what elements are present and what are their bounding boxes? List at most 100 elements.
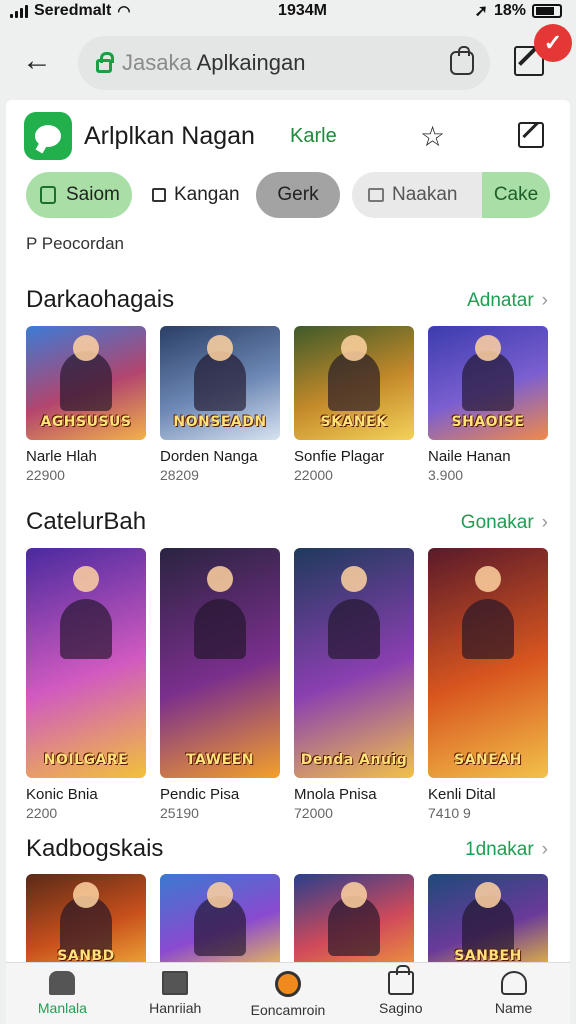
clock: 1934M bbox=[278, 2, 327, 19]
character-head bbox=[475, 882, 501, 908]
nav-item-eoncamroin[interactable]: Eoncamroin bbox=[232, 963, 345, 1024]
poster-title: TAWEEN bbox=[186, 752, 254, 768]
character-head bbox=[73, 882, 99, 908]
section-title: CatelurBah bbox=[26, 508, 147, 535]
character-head bbox=[207, 335, 233, 361]
game-poster: Denda Anuig bbox=[294, 548, 414, 778]
game-tile[interactable]: AGHSUSUS Narle Hlah 22900 bbox=[26, 326, 146, 483]
poster-title: SHAOISE bbox=[451, 414, 525, 430]
character-figure bbox=[60, 599, 112, 659]
chip-label: Kangan bbox=[174, 184, 240, 205]
game-poster: NOILGARE bbox=[26, 548, 146, 778]
game-title: Konic Bnia bbox=[26, 786, 98, 803]
section-title: Darkaohagais bbox=[26, 286, 175, 313]
chevron-right-icon: › bbox=[541, 512, 548, 533]
search-bar[interactable]: Jasaka Aplkaingan bbox=[78, 36, 490, 90]
user-icon bbox=[500, 971, 527, 995]
character-head bbox=[73, 335, 99, 361]
upload-icon bbox=[152, 188, 166, 202]
character-head bbox=[207, 566, 233, 592]
status-bar: Seredmalt ◠ 1934M ➚ 18% bbox=[0, 0, 576, 22]
game-poster: SKANEK bbox=[294, 326, 414, 440]
copy-icon bbox=[368, 188, 384, 202]
game-tile[interactable]: SANBD bbox=[26, 874, 146, 974]
chip-label: Naakan bbox=[392, 184, 458, 205]
game-poster: AGHSUSUS bbox=[26, 326, 146, 440]
game-poster bbox=[294, 874, 414, 974]
game-tile[interactable]: SANBEH bbox=[428, 874, 548, 974]
game-title: Mnola Pnisa bbox=[294, 786, 377, 803]
chip-label: Saiom bbox=[66, 184, 120, 205]
game-tile[interactable] bbox=[294, 874, 414, 974]
chip-gerk[interactable]: Gerk bbox=[256, 172, 340, 218]
nav-item-manlala[interactable]: Manlala bbox=[6, 963, 119, 1024]
more-label: Gonakar bbox=[460, 512, 534, 533]
bag-icon bbox=[387, 965, 414, 995]
more-label: 1dnakar bbox=[465, 839, 534, 860]
filter-chips: Saiom Kangan Gerk Naakan Cake bbox=[26, 172, 556, 220]
poster-title: SKANEK bbox=[320, 414, 388, 430]
game-title: Dorden Nanga bbox=[160, 448, 258, 465]
game-tile[interactable]: SKANEK Sonfie Plagar 22000 bbox=[294, 326, 414, 483]
main-card: Arlplkan Nagan Karle ☆ Saiom Kangan Gerk… bbox=[6, 100, 570, 1024]
chip-label: Cake bbox=[493, 184, 539, 205]
game-tile[interactable]: NOILGARE Konic Bnia 2200 bbox=[26, 548, 146, 821]
home-icon bbox=[49, 971, 76, 995]
lock-icon bbox=[96, 52, 114, 73]
search-query[interactable]: Jasaka Aplkaingan bbox=[122, 50, 306, 76]
signal-icon bbox=[10, 4, 28, 18]
chip-cake[interactable]: Cake bbox=[482, 172, 550, 218]
star-icon[interactable]: ☆ bbox=[420, 120, 445, 153]
section-more-link[interactable]: 1dnakar › bbox=[465, 839, 548, 861]
game-tile[interactable] bbox=[160, 874, 280, 974]
circle-icon bbox=[274, 971, 301, 997]
game-tile[interactable]: Denda Anuig Mnola Pnisa 72000 bbox=[294, 548, 414, 821]
poster-title: NONSEADN bbox=[173, 414, 267, 430]
character-head bbox=[475, 566, 501, 592]
app-tag[interactable]: Karle bbox=[290, 125, 337, 148]
top-bar: ← Jasaka Aplkaingan bbox=[0, 30, 576, 96]
edit-app-icon[interactable] bbox=[518, 122, 544, 148]
game-title: Pendic Pisa bbox=[160, 786, 240, 803]
game-tile[interactable]: SHAOISE Naile Hanan 3.900 bbox=[428, 326, 548, 483]
game-tile[interactable]: NONSEADN Dorden Nanga 28209 bbox=[160, 326, 280, 483]
poster-title: Denda Anuig bbox=[300, 752, 408, 768]
chevron-right-icon: › bbox=[541, 839, 548, 860]
chevron-right-icon: › bbox=[541, 290, 548, 311]
app-header: Arlplkan Nagan Karle ☆ bbox=[24, 112, 554, 160]
character-figure bbox=[328, 599, 380, 659]
nav-item-name[interactable]: Name bbox=[457, 963, 570, 1024]
chip-label: Gerk bbox=[277, 184, 319, 205]
poster-title: NOILGARE bbox=[43, 752, 129, 768]
game-title: Narle Hlah bbox=[26, 448, 97, 465]
game-title: Sonfie Plagar bbox=[294, 448, 385, 465]
chip-kangan[interactable]: Kangan bbox=[150, 172, 250, 218]
game-count: 28209 bbox=[160, 467, 199, 483]
character-head bbox=[341, 566, 367, 592]
character-head bbox=[475, 335, 501, 361]
game-poster: SANBD bbox=[26, 874, 146, 974]
game-poster: SANEAH bbox=[428, 548, 548, 778]
section-more-link[interactable]: Gonakar › bbox=[461, 512, 548, 534]
chip-saiom[interactable]: Saiom bbox=[26, 172, 132, 218]
nav-item-sagino[interactable]: Sagino bbox=[344, 963, 457, 1024]
back-arrow-icon[interactable]: ← bbox=[22, 46, 56, 80]
game-tile[interactable]: TAWEEN Pendic Pisa 25190 bbox=[160, 548, 280, 821]
game-poster: SANBEH bbox=[428, 874, 548, 974]
notification-badge[interactable]: ✓ bbox=[534, 24, 572, 62]
battery-percent: 18% bbox=[493, 2, 526, 19]
game-poster: SHAOISE bbox=[428, 326, 548, 440]
location-icon: ➚ bbox=[474, 3, 488, 20]
game-count: 72000 bbox=[294, 805, 333, 821]
game-tile[interactable]: SANEAH Kenli Dital 7410 9 bbox=[428, 548, 548, 821]
game-count: 3.900 bbox=[428, 467, 464, 483]
game-count: 22900 bbox=[26, 467, 65, 483]
battery-icon bbox=[531, 4, 562, 18]
section-more-link[interactable]: Adnatar › bbox=[467, 290, 548, 312]
shopping-bag-icon[interactable] bbox=[450, 46, 474, 75]
game-count: 22000 bbox=[294, 467, 333, 483]
nav-item-hanriiah[interactable]: Hanriiah bbox=[119, 963, 232, 1024]
more-label: Adnatar bbox=[467, 290, 534, 311]
poster-title: AGHSUSUS bbox=[40, 414, 132, 430]
nav-label: Hanriiah bbox=[149, 1000, 202, 1016]
